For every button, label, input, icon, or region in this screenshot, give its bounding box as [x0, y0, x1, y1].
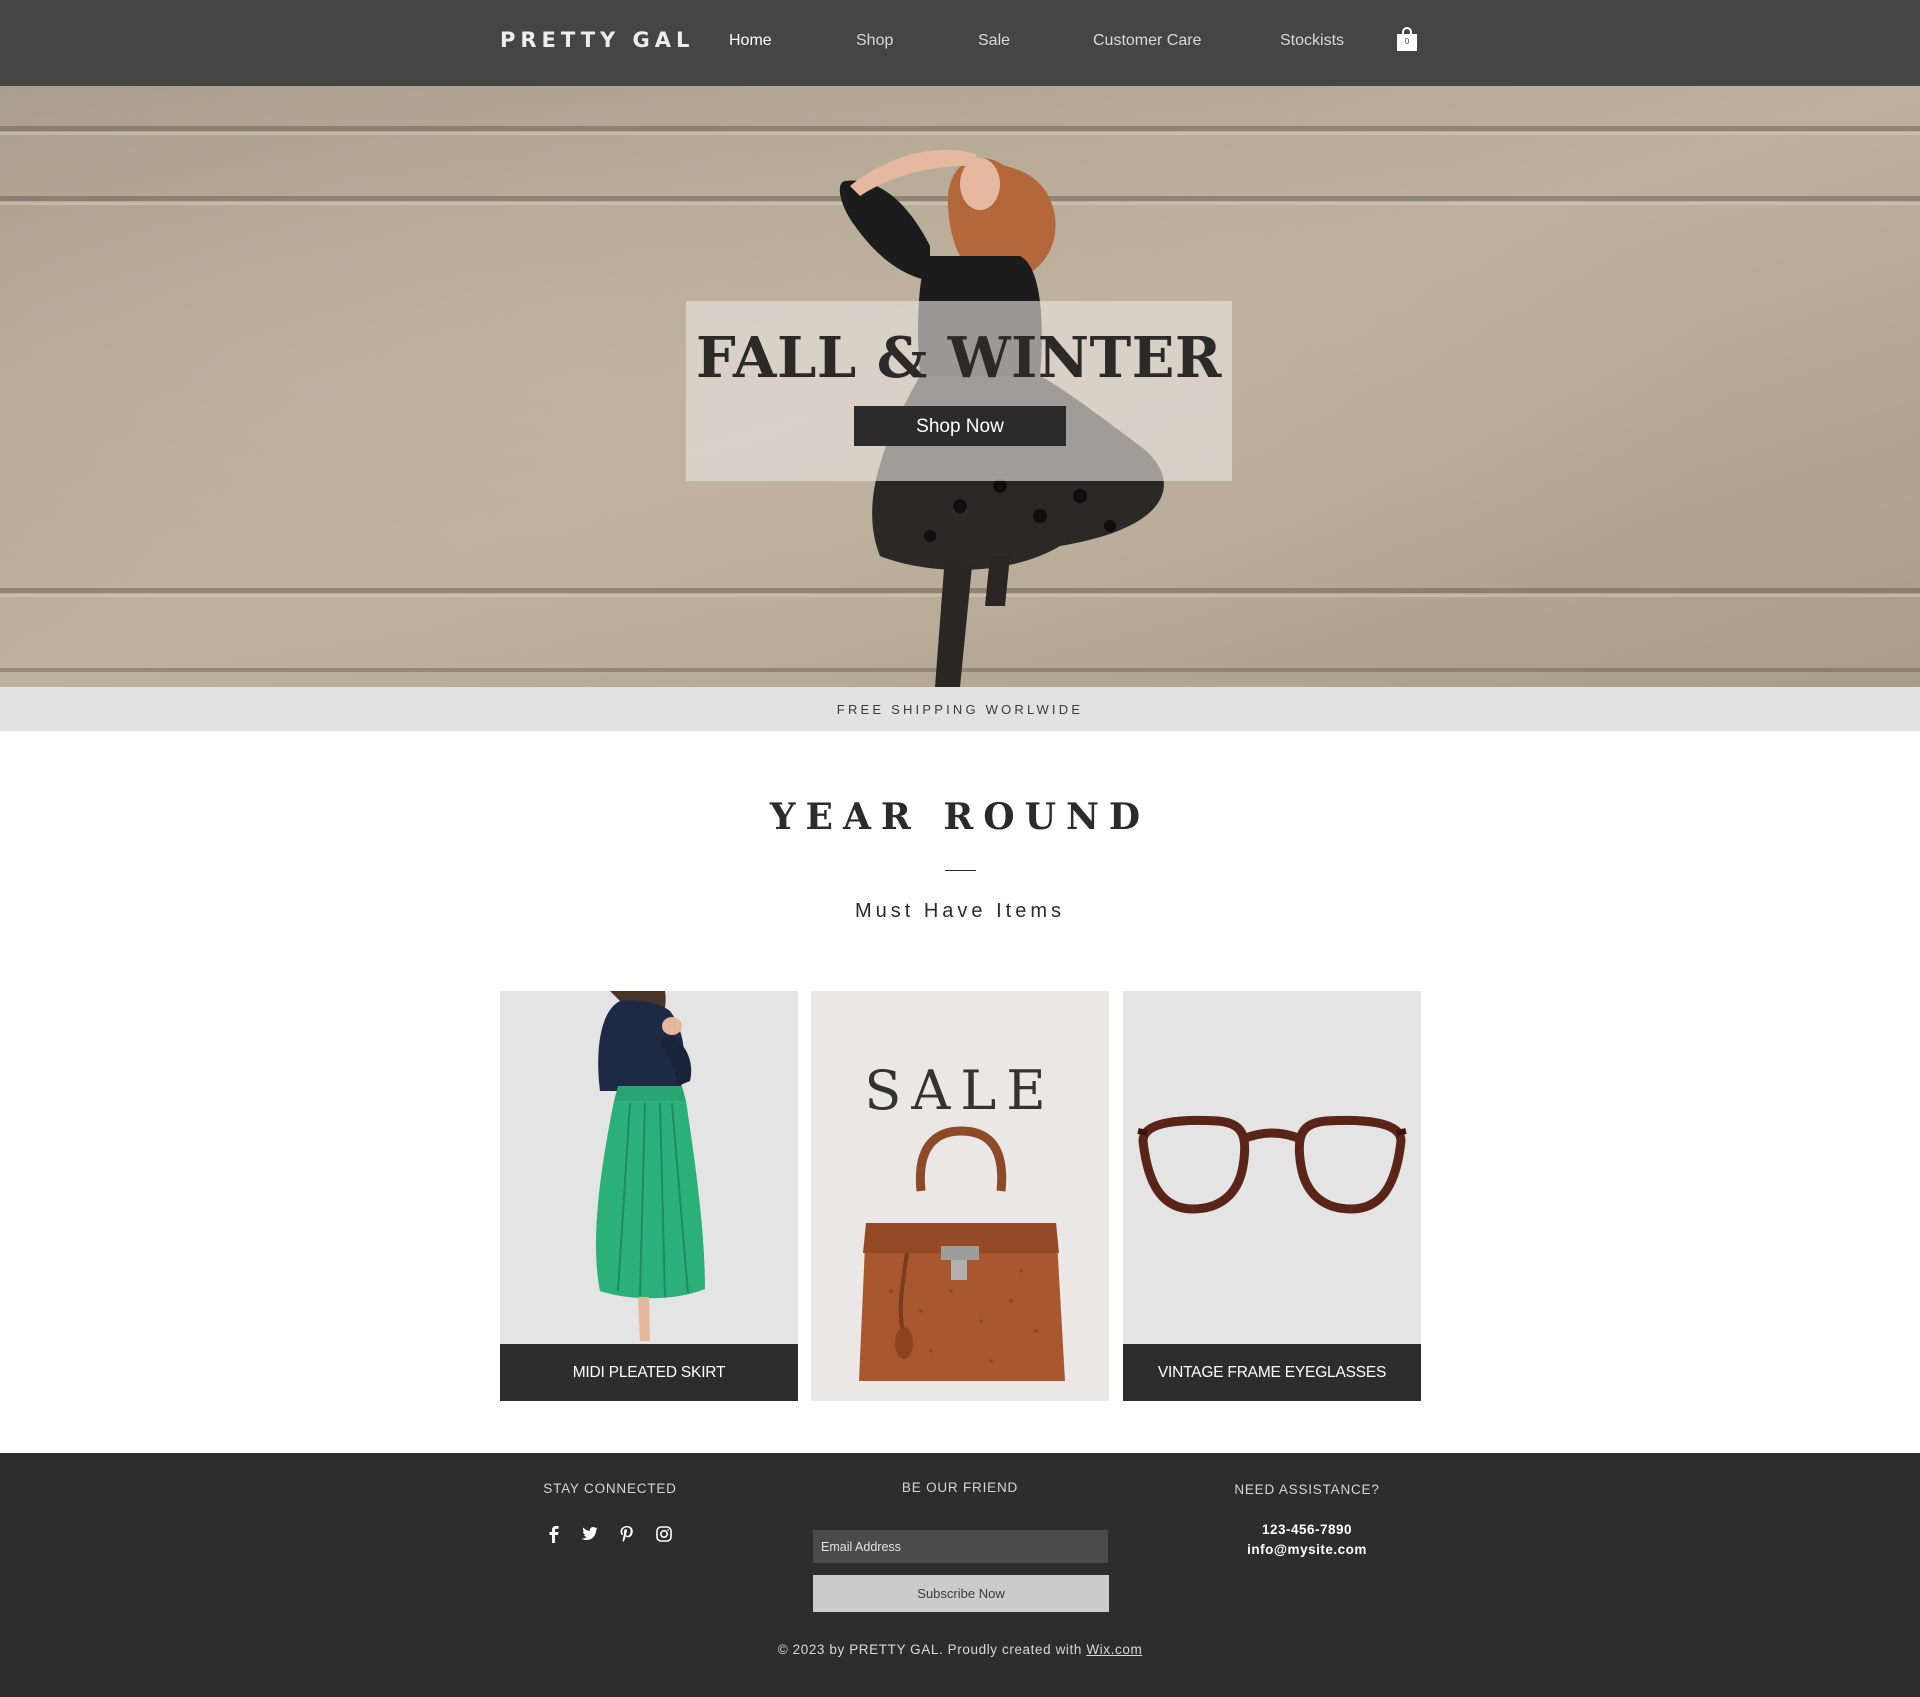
- hero-title: FALL & WINTER: [696, 325, 1222, 391]
- need-assistance-heading: NEED ASSISTANCE?: [1234, 1482, 1380, 1497]
- nav-home[interactable]: Home: [729, 32, 772, 50]
- facebook-icon[interactable]: [545, 1525, 563, 1543]
- copyright: © 2023 by PRETTY GAL. Proudly created wi…: [0, 1642, 1920, 1657]
- email-input[interactable]: [813, 1530, 1108, 1563]
- copyright-text: © 2023 by PRETTY GAL. Proudly created wi…: [777, 1642, 1082, 1657]
- shop-now-button[interactable]: Shop Now: [854, 406, 1066, 446]
- shipping-banner-text: FREE SHIPPING WORLWIDE: [836, 702, 1084, 717]
- subscribe-button[interactable]: Subscribe Now: [813, 1575, 1109, 1612]
- wix-link[interactable]: Wix.com: [1086, 1642, 1142, 1657]
- nav-stockists[interactable]: Stockists: [1280, 32, 1344, 50]
- shipping-banner: FREE SHIPPING WORLWIDE: [0, 687, 1920, 731]
- handbag-image: [859, 1126, 1065, 1381]
- site-logo[interactable]: PRETTY GAL: [500, 28, 694, 52]
- nav-customer-care[interactable]: Customer Care: [1093, 32, 1201, 50]
- site-footer: STAY CONNECTED BE OUR FRIEND Subscribe N…: [0, 1453, 1920, 1697]
- pinterest-icon[interactable]: [618, 1525, 636, 1543]
- twitter-icon[interactable]: [581, 1525, 599, 1543]
- product-card-skirt[interactable]: MIDI PLEATED SKIRT: [500, 991, 798, 1401]
- cart-button[interactable]: 0: [1396, 26, 1418, 52]
- section-divider: [945, 870, 976, 871]
- sale-card[interactable]: SALE: [811, 991, 1109, 1401]
- section-title: YEAR ROUND: [769, 796, 1151, 838]
- product-card-eyeglasses[interactable]: VINTAGE FRAME EYEGLASSES: [1123, 991, 1421, 1401]
- skirt-image: [595, 991, 705, 1341]
- product-label-skirt[interactable]: MIDI PLEATED SKIRT: [500, 1344, 798, 1401]
- instagram-icon[interactable]: [655, 1525, 673, 1543]
- nav-shop[interactable]: Shop: [856, 32, 893, 50]
- cart-count: 0: [1404, 37, 1410, 46]
- section-subtitle: Must Have Items: [854, 900, 1066, 922]
- eyeglasses-image: [1137, 1115, 1407, 1214]
- hero-overlay-box: FALL & WINTER Shop Now: [686, 301, 1232, 481]
- stay-connected-heading: STAY CONNECTED: [543, 1481, 677, 1496]
- sale-title: SALE: [864, 1059, 1056, 1122]
- contact-phone[interactable]: 123-456-7890: [1207, 1522, 1407, 1537]
- contact-email[interactable]: info@mysite.com: [1207, 1542, 1407, 1557]
- be-our-friend-heading: BE OUR FRIEND: [901, 1480, 1019, 1495]
- site-header: PRETTY GAL Home Shop Sale Customer Care …: [0, 0, 1920, 86]
- nav-sale[interactable]: Sale: [978, 32, 1010, 50]
- product-label-eyeglasses[interactable]: VINTAGE FRAME EYEGLASSES: [1123, 1344, 1421, 1401]
- hero-banner: FALL & WINTER Shop Now: [0, 86, 1920, 687]
